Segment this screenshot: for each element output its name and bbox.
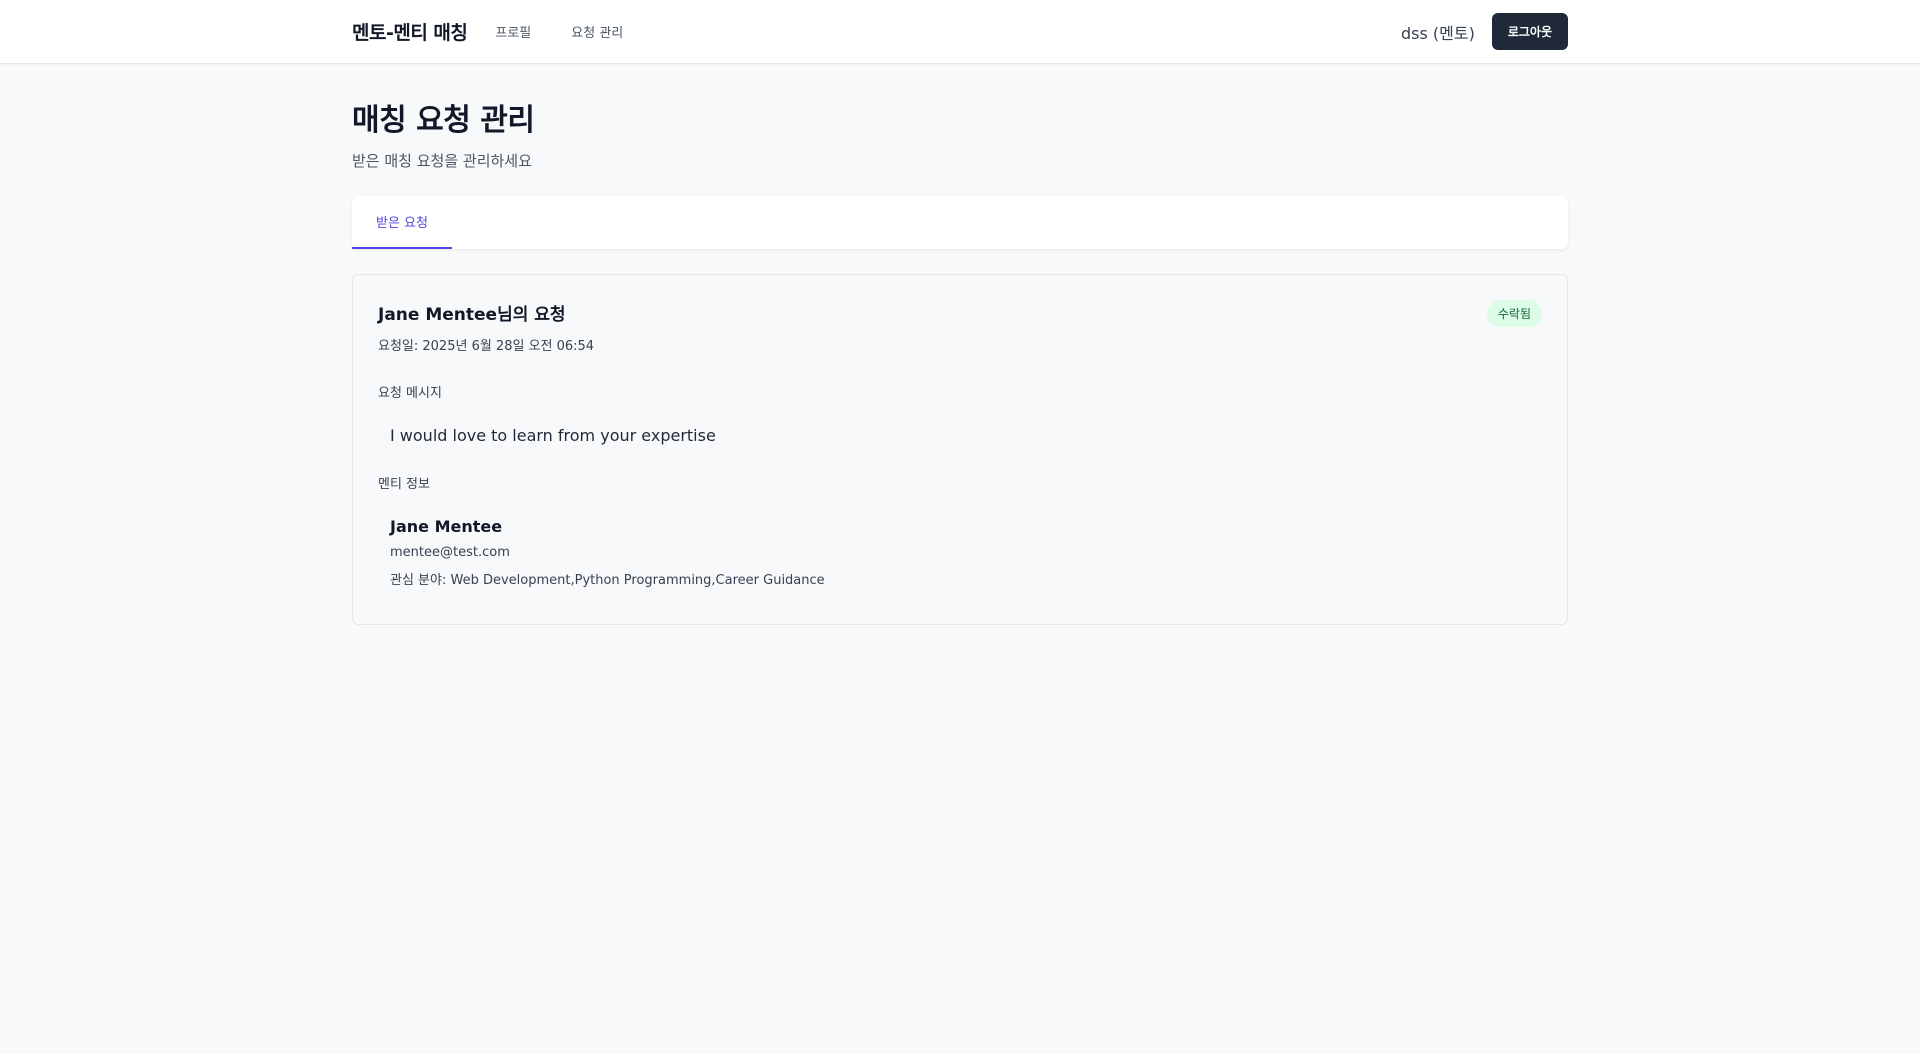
tab-received-requests[interactable]: 받은 요청 <box>352 196 452 249</box>
request-title: Jane Mentee님의 요청 <box>378 305 566 325</box>
page-subtitle: 받은 매칭 요청을 관리하세요 <box>352 152 532 170</box>
request-card: Jane Mentee님의 요청 요청일: 2025년 6월 28일 오전 06… <box>352 274 1568 625</box>
request-card-header: Jane Mentee님의 요청 요청일: 2025년 6월 28일 오전 06… <box>378 300 1542 354</box>
mentee-section-label: 멘티 정보 <box>378 477 430 492</box>
page-title: 매칭 요청 관리 <box>352 103 535 138</box>
nav-link-profile[interactable]: 프로필 <box>495 22 531 41</box>
mentee-interests: 관심 분야: Web Development,Python Programmin… <box>390 573 825 588</box>
tab-bar: 받은 요청 <box>352 196 1568 249</box>
nav-link-request-management[interactable]: 요청 관리 <box>571 22 623 41</box>
navbar-right: dss (멘토) 로그아웃 <box>1401 13 1568 50</box>
top-navbar: 멘토-멘티 매칭 프로필 요청 관리 dss (멘토) 로그아웃 <box>0 0 1920 64</box>
request-message: I would love to learn from your expertis… <box>390 426 716 445</box>
request-card-heading: Jane Mentee님의 요청 요청일: 2025년 6월 28일 오전 06… <box>378 300 594 354</box>
mentee-info: Jane Mentee mentee@test.com 관심 분야: Web D… <box>378 517 1542 588</box>
message-section-label: 요청 메시지 <box>378 386 442 401</box>
navbar-left: 멘토-멘티 매칭 프로필 요청 관리 <box>352 18 663 45</box>
request-date: 요청일: 2025년 6월 28일 오전 06:54 <box>378 339 595 354</box>
logout-button[interactable]: 로그아웃 <box>1491 13 1568 50</box>
mentee-email: mentee@test.com <box>390 545 510 560</box>
status-badge: 수락됨 <box>1486 300 1542 327</box>
mentee-name: Jane Mentee <box>390 517 503 536</box>
navbar-inner: 멘토-멘티 매칭 프로필 요청 관리 dss (멘토) 로그아웃 <box>352 0 1568 63</box>
brand-logo[interactable]: 멘토-멘티 매칭 <box>352 18 468 45</box>
current-user-label: dss (멘토) <box>1400 23 1475 43</box>
main-content: 매칭 요청 관리 받은 매칭 요청을 관리하세요 받은 요청 Jane Ment… <box>352 95 1568 625</box>
